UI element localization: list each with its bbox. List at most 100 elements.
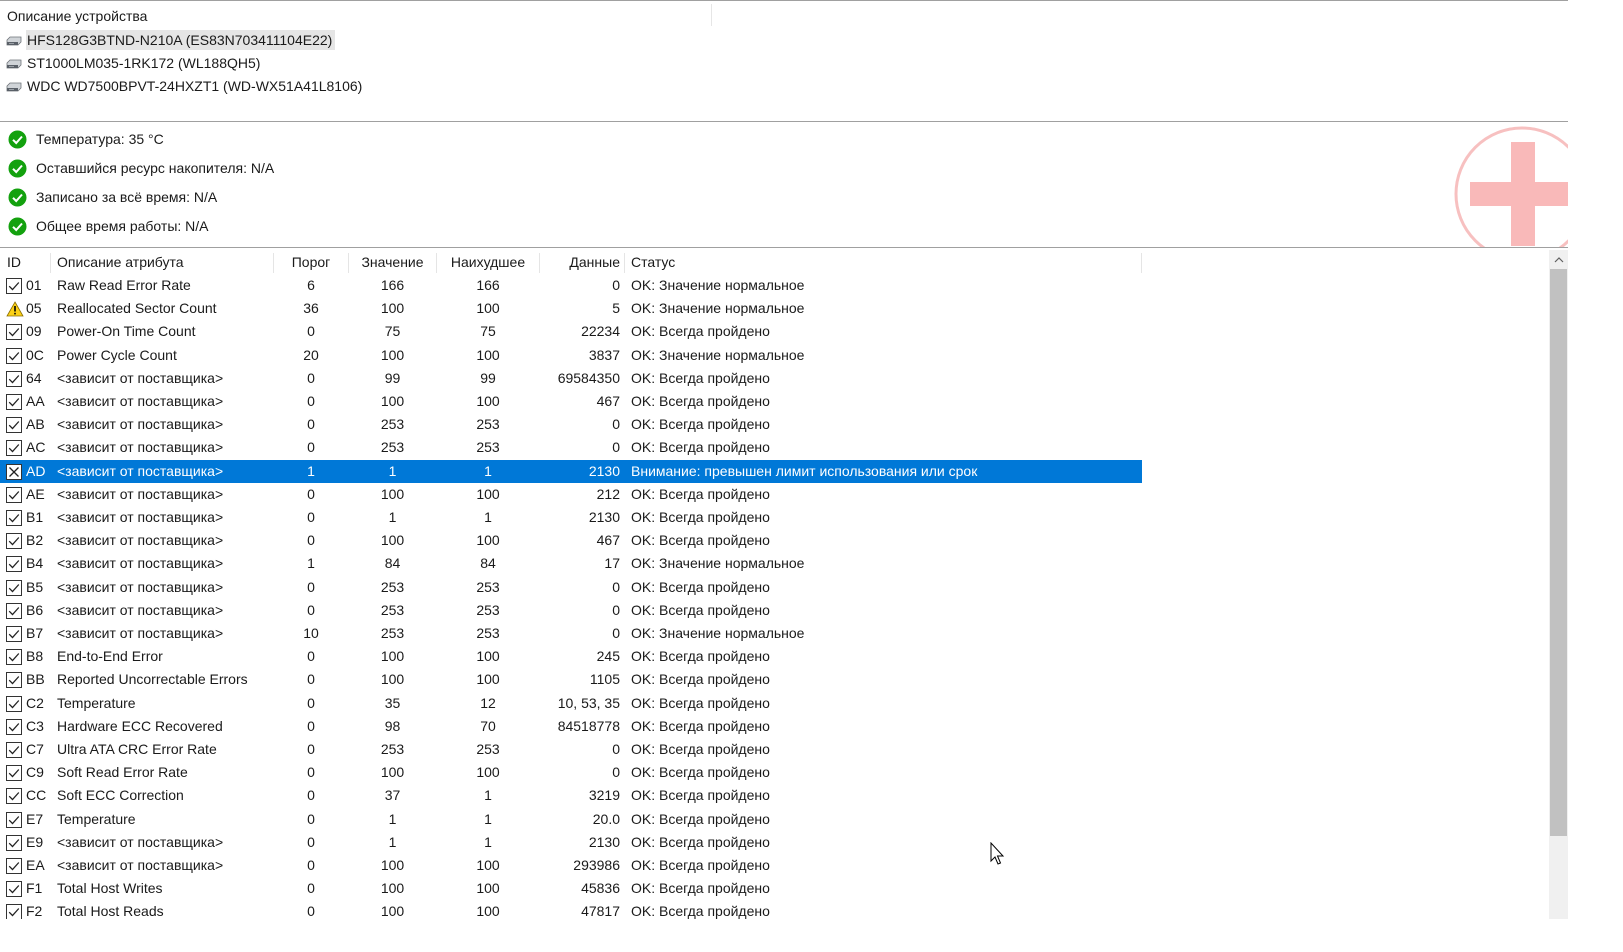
table-row[interactable]: CC Soft ECC Correction 0 37 1 3219 OK: Всегда … xyxy=(0,784,1142,807)
attribute-id: B1 xyxy=(26,509,44,525)
table-row[interactable]: C9 Soft Read Error Rate 0 100 100 0 OK: Всегда… xyxy=(0,761,1142,784)
column-header-name[interactable]: Описание атрибута xyxy=(57,250,184,274)
attribute-name: <зависит от поставщика> xyxy=(57,532,224,549)
table-row[interactable]: C2 Temperature 0 35 12 10, 53, 35 OK: Всегда п… xyxy=(0,692,1142,715)
table-row[interactable]: C7 Ultra ATA CRC Error Rate 0 253 253 0 OK: Вс… xyxy=(0,738,1142,761)
attribute-value: 100 xyxy=(380,648,405,665)
table-row[interactable]: EA <зависит от поставщика> 0 100 100 293986 OK… xyxy=(0,854,1142,877)
attribute-worst: 100 xyxy=(476,485,500,502)
attribute-raw-data: 293986 xyxy=(573,857,620,873)
vertical-scrollbar[interactable] xyxy=(1549,250,1568,919)
checkbox-icon[interactable] xyxy=(6,370,22,387)
table-row[interactable]: 0C Power Cycle Count 20 100 100 3837 OK: Значе… xyxy=(0,344,1142,367)
table-row[interactable]: AC <зависит от поставщика> 0 253 253 0 OK: Все… xyxy=(0,436,1142,459)
attribute-worst: 99 xyxy=(480,369,496,386)
table-row[interactable]: B8 End-to-End Error 0 100 100 245 OK: Всегда п… xyxy=(0,645,1142,668)
attribute-worst: 253 xyxy=(476,601,500,618)
device-item[interactable]: WDC WD7500BPVT-24HXZT1 (WD-WX51A41L8106) xyxy=(0,74,365,97)
table-row[interactable]: B5 <зависит от поставщика> 0 253 253 0 OK: Все… xyxy=(0,576,1142,599)
column-header-value[interactable]: Значение xyxy=(349,250,436,274)
table-row[interactable]: B1 <зависит от поставщика> 0 1 1 2130 OK: Всег… xyxy=(0,506,1142,529)
table-row[interactable]: AB <зависит от поставщика> 0 253 253 0 OK: Все… xyxy=(0,413,1142,436)
column-divider[interactable] xyxy=(50,253,51,273)
table-row[interactable]: B6 <зависит от поставщика> 0 253 253 0 OK: Все… xyxy=(0,599,1142,622)
table-row[interactable]: E9 <зависит от поставщика> 0 1 1 2130 OK: Всег… xyxy=(0,831,1142,854)
device-list-header[interactable]: Описание устройства xyxy=(7,6,147,26)
attribute-status: Внимание: превышен лимит использования и… xyxy=(631,462,978,479)
attribute-value: 1 xyxy=(388,833,397,850)
attribute-status: OK: Всегда пройдено xyxy=(631,764,770,781)
attribute-worst: 100 xyxy=(476,857,500,873)
device-item[interactable]: HFS128G3BTND-N210A (ES83N703411104E22) xyxy=(0,28,336,51)
table-row[interactable]: 01 Raw Read Error Rate 6 166 166 0 OK: Значени… xyxy=(0,274,1142,297)
checkbox-icon[interactable] xyxy=(6,765,22,782)
attribute-status: OK: Значение нормальное xyxy=(631,625,805,641)
attribute-raw-data: 0 xyxy=(612,439,620,456)
checkbox-icon[interactable] xyxy=(6,347,22,364)
column-header-threshold[interactable]: Порог xyxy=(274,250,348,274)
pane-divider[interactable] xyxy=(0,121,1568,122)
health-summary-item: Температура: 35 °C xyxy=(8,128,164,150)
table-row[interactable]: F2 Total Host Reads 0 100 100 47817 OK: Всегда… xyxy=(0,900,1142,919)
scroll-up-arrow-icon[interactable] xyxy=(1549,250,1568,269)
attribute-status: OK: Значение нормальное xyxy=(631,277,805,293)
checkbox-icon[interactable] xyxy=(6,881,22,898)
checkbox-icon[interactable] xyxy=(6,556,22,573)
checkbox-icon[interactable] xyxy=(6,278,22,294)
checkbox-icon[interactable] xyxy=(6,718,22,735)
table-row[interactable]: B2 <зависит от поставщика> 0 100 100 467 OK: В… xyxy=(0,529,1142,552)
column-divider[interactable] xyxy=(624,253,625,273)
checkbox-icon[interactable] xyxy=(6,695,22,712)
checkbox-icon[interactable] xyxy=(6,324,22,341)
table-row[interactable]: C3 Hardware ECC Recovered 0 98 70 84518778 OK:… xyxy=(0,715,1142,738)
column-header-status[interactable]: Статус xyxy=(631,250,675,274)
table-row[interactable]: F1 Total Host Writes 0 100 100 45836 OK: Всегд… xyxy=(0,877,1142,900)
column-header-worst[interactable]: Наихудшее xyxy=(437,250,539,274)
warning-icon[interactable] xyxy=(6,301,24,317)
checkbox-icon[interactable] xyxy=(6,858,22,874)
checkbox-icon[interactable] xyxy=(6,811,22,828)
column-divider[interactable] xyxy=(1141,253,1142,273)
attribute-name: Power Cycle Count xyxy=(57,346,177,363)
attribute-threshold: 0 xyxy=(307,369,315,386)
checkbox-icon[interactable] xyxy=(6,394,22,410)
attribute-threshold: 0 xyxy=(307,439,315,456)
checkbox-failed-icon[interactable] xyxy=(6,463,22,480)
table-row[interactable]: 64 <зависит от поставщика> 0 99 99 69584350 OK… xyxy=(0,367,1142,390)
health-summary-item: Общее время работы: N/A xyxy=(8,215,209,237)
column-header-data[interactable]: Данные xyxy=(540,250,620,274)
checkbox-icon[interactable] xyxy=(6,417,22,434)
checkbox-icon[interactable] xyxy=(6,579,22,596)
checkbox-icon[interactable] xyxy=(6,533,22,550)
table-row[interactable]: B4 <зависит от поставщика> 1 84 84 17 OK: Знач… xyxy=(0,552,1142,575)
mouse-pointer-icon xyxy=(990,841,1006,868)
scrollbar-thumb[interactable] xyxy=(1550,269,1567,836)
checkbox-icon[interactable] xyxy=(6,742,22,758)
checkbox-icon[interactable] xyxy=(6,649,22,666)
checkbox-icon[interactable] xyxy=(6,440,22,457)
table-row[interactable]: BB Reported Uncorrectable Errors 0 100 100 11… xyxy=(0,668,1142,691)
attribute-worst: 1 xyxy=(484,462,492,479)
checkbox-icon[interactable] xyxy=(6,904,22,919)
table-row[interactable]: B7 <зависит от поставщика> 10 253 253 0 OK: Зн… xyxy=(0,622,1142,645)
checkbox-icon[interactable] xyxy=(6,788,22,805)
table-row[interactable]: E7 Temperature 0 1 1 20.0 OK: Всегда пройдено xyxy=(0,808,1142,831)
table-row[interactable]: AD <зависит от поставщика> 1 1 1 2130 Внимание… xyxy=(0,459,1142,483)
attribute-worst: 100 xyxy=(476,880,500,897)
checkbox-icon[interactable] xyxy=(6,486,22,503)
checkbox-icon[interactable] xyxy=(6,672,22,689)
device-item[interactable]: ST1000LM035-1RK172 (WL188QH5) xyxy=(0,51,263,74)
table-row[interactable]: 05 Reallocated Sector Count 36 100 100 5 OK: З… xyxy=(0,297,1142,320)
checkbox-icon[interactable] xyxy=(6,834,22,851)
table-row[interactable]: AE <зависит от поставщика> 0 100 100 212 OK: В… xyxy=(0,483,1142,506)
attribute-threshold: 0 xyxy=(307,764,315,781)
checkbox-icon[interactable] xyxy=(6,602,22,619)
table-row[interactable]: AA <зависит от поставщика> 0 100 100 467 OK: В… xyxy=(0,390,1142,413)
checkbox-icon[interactable] xyxy=(6,626,22,642)
attribute-id: AB xyxy=(26,416,45,433)
attribute-id: B5 xyxy=(26,578,44,595)
column-header-id[interactable]: ID xyxy=(7,250,21,274)
pane-divider[interactable] xyxy=(0,247,1568,248)
checkbox-icon[interactable] xyxy=(6,510,22,526)
table-row[interactable]: 09 Power-On Time Count 0 75 75 22234 OK: Всегд… xyxy=(0,320,1142,343)
